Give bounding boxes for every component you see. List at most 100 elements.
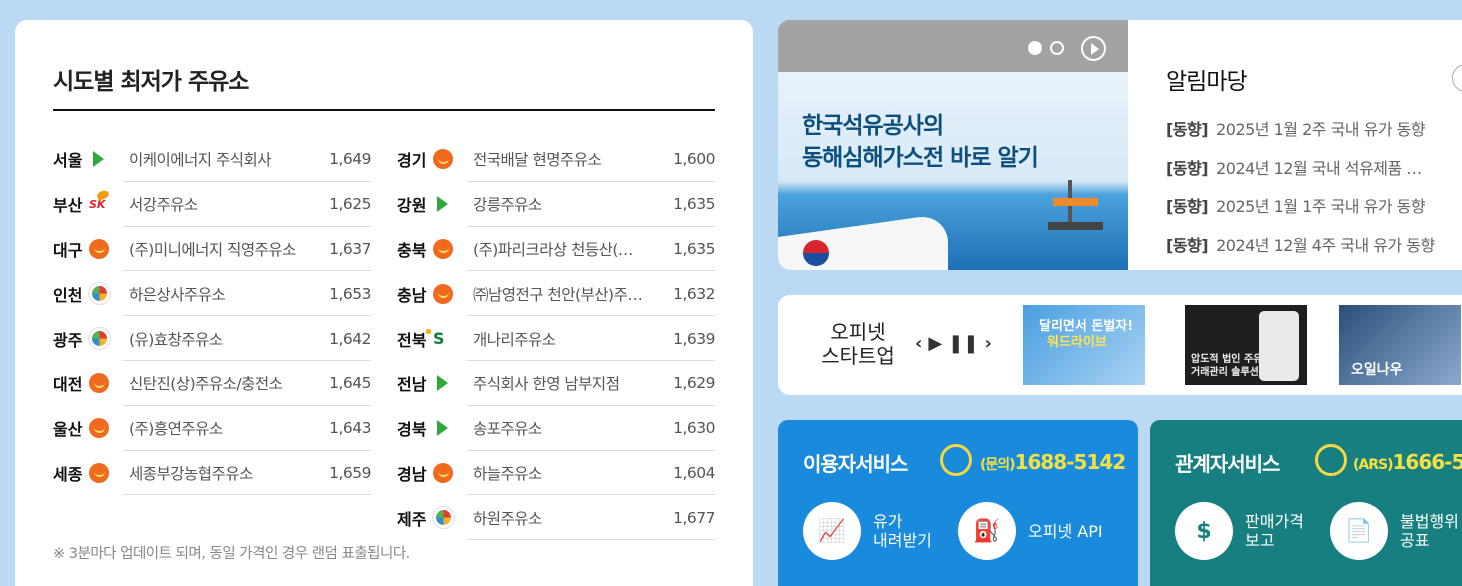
station-price: 1,643 [329,419,371,438]
price-download-button[interactable]: 📈 유가 내려받기 [803,502,932,560]
s-oil-icon [93,151,104,168]
station-row[interactable]: 인천 하은상사주유소 1,653 [53,271,372,316]
gs-caltex-icon [433,283,453,304]
startup-title: 오피넷 스타트업 [813,320,903,368]
startup-thumb-oilnow[interactable]: 오일나우 [1339,305,1461,385]
chevron-left-icon[interactable]: ‹ [915,333,922,354]
region-name: 세종 [53,464,83,484]
station-name[interactable]: 하은상사주유소 [129,283,317,305]
illegal-disclosure-button[interactable]: 📄 불법행위 공표 [1330,502,1459,560]
cheapest-list-right: 경기 전국배달 현명주유소 1,600 강원 강릉주유소 1,635 충북 (주)파리크라상 … [397,137,716,540]
brand-logo [89,462,129,484]
hyundai-oilbank-icon [433,507,454,529]
price-report-button[interactable]: $ 판매가격 보고 [1175,502,1304,560]
region-name: 충남 [397,285,427,305]
banner-text: 한국석유공사의 동해심해가스전 바로 알기 [802,110,1039,174]
station-name[interactable]: (주)파리크라상 천등산(… [473,238,661,260]
station-name[interactable]: 서강주유소 [129,193,317,215]
brand-logo [433,507,473,529]
station-name[interactable]: 송포주유소 [473,417,661,439]
dollar-icon: $ [1175,502,1233,560]
brand-logo [89,148,129,170]
station-row[interactable]: 경북 송포주유소 1,630 [397,406,716,451]
station-row[interactable]: 경기 전국배달 현명주유소 1,600 [397,137,716,182]
station-name[interactable]: 하원주유소 [473,507,661,529]
region-name: 전남 [397,375,427,395]
notice-item[interactable]: [동향] 2025년 1월 2주 국내 유가 동향 [1166,116,1462,155]
station-name[interactable]: 전국배달 현명주유소 [473,148,661,170]
notice-list: [동향] 2025년 1월 2주 국내 유가 동향 [동향] 2024년 12월 국내… [1166,116,1462,270]
station-row[interactable]: 부산 SK 서강주유소 1,625 [53,182,372,227]
station-name[interactable]: ㈜남영전구 천안(부산)주… [473,283,661,305]
cheapest-station-panel: 시도별 최저가 주유소 서울 이케이에너지 주식회사 1,649 부산 SK 서강주유소 1… [15,20,753,586]
play-icon[interactable] [1081,36,1106,61]
startup-thumb-fleet[interactable]: 압도적 법인 주유비 거래관리 솔루션 [1185,305,1307,385]
station-row[interactable]: 충북 (주)파리크라상 천등산(… 1,635 [397,227,716,272]
station-row[interactable]: 광주 (유)효창주유소 1,642 [53,316,372,361]
brand-logo [89,417,129,439]
station-row[interactable]: 충남 ㈜남영전구 천안(부산)주… 1,632 [397,271,716,316]
station-name[interactable]: 이케이에너지 주식회사 [129,148,317,170]
station-name[interactable]: 강릉주유소 [473,193,661,215]
chart-icon: 📈 [803,502,861,560]
region-name: 대전 [53,375,83,395]
opinet-api-button[interactable]: ⛽ 오피넷 API [958,502,1103,560]
price-download-label: 유가 내려받기 [873,512,932,550]
region-name: 경북 [397,420,427,440]
station-name[interactable]: 신탄진(상)주유소/충전소 [129,372,317,394]
station-row[interactable]: 울산 (주)흥연주유소 1,643 [53,406,372,451]
station-name[interactable]: 하늘주유소 [473,462,661,484]
sk-energy-icon: SK [89,197,106,211]
banner-dot-active[interactable] [1028,41,1042,55]
brand-logo [433,238,473,260]
user-service-phone: (문의)1688-5142 [980,450,1126,474]
promo-banner[interactable]: 한국석유공사의 동해심해가스전 바로 알기 [778,20,1128,270]
phone-number: 1666-51 [1392,450,1462,474]
document-icon: 📄 [1330,502,1388,560]
brand-logo: S [424,327,473,350]
brand-logo [433,283,473,305]
user-service-panel: 이용자서비스 (문의)1688-5142 📈 유가 내려받기 ⛽ 오피넷 API [778,420,1138,586]
station-price: 1,630 [673,419,715,438]
station-row[interactable]: 전남 주식회사 한영 남부지점 1,629 [397,361,716,406]
station-row[interactable]: 전북 S 개나리주유소 1,639 [397,316,716,361]
startup-thumb-wedrive[interactable]: 달리면서 돈벌자! 워드라이브 [1023,305,1145,385]
title-divider [53,109,715,111]
pause-icon[interactable]: ❚❚ [948,333,978,354]
banner-dot[interactable] [1050,41,1064,55]
more-icon[interactable] [1452,64,1462,92]
brand-logo [89,238,129,260]
station-name[interactable]: (주)흥연주유소 [129,417,317,439]
region-name: 제주 [397,509,427,529]
phone-image [1259,311,1299,381]
notice-item[interactable]: [동향] 2024년 12월 4주 국내 유가 동향 [1166,232,1462,271]
station-name[interactable]: 세종부강농협주유소 [129,462,317,484]
region-name: 서울 [53,151,83,171]
station-row[interactable]: 강원 강릉주유소 1,635 [397,182,716,227]
chevron-right-icon[interactable]: › [984,333,991,354]
notice-item[interactable]: [동향] 2025년 1월 1주 국내 유가 동향 [1166,193,1462,232]
station-row[interactable]: 제주 하원주유소 1,677 [397,495,716,540]
notice-category: [동향] [1166,197,1209,216]
region-name: 충북 [397,240,427,260]
station-name[interactable]: 주식회사 한영 남부지점 [473,372,661,394]
station-row[interactable]: 경남 하늘주유소 1,604 [397,451,716,496]
region-name: 울산 [53,420,83,440]
startup-panel: 오피넷 스타트업 ‹ ▶ ❚❚ › 달리면서 돈벌자! 워드라이브 압도적 법인… [778,295,1462,395]
station-row[interactable]: 대구 (주)미니에너지 직영주유소 1,637 [53,227,372,272]
station-row[interactable]: 서울 이케이에너지 주식회사 1,649 [53,137,372,182]
notice-item[interactable]: [동향] 2024년 12월 국내 석유제품 … [1166,155,1462,194]
play-icon[interactable]: ▶ [928,333,942,354]
station-price: 1,635 [673,195,715,214]
related-service-title: 관계자서비스 [1175,452,1280,476]
station-name[interactable]: (주)미니에너지 직영주유소 [129,238,317,260]
notice-category: [동향] [1166,158,1209,178]
station-row[interactable]: 세종 세종부강농협주유소 1,659 [53,451,372,496]
station-price: 1,649 [329,150,371,169]
station-price: 1,639 [673,329,715,348]
station-row[interactable]: 대전 신탄진(상)주유소/충전소 1,645 [53,361,372,406]
region-name: 경기 [397,151,427,171]
station-name[interactable]: 개나리주유소 [473,328,661,350]
station-name[interactable]: (유)효창주유소 [129,328,317,350]
s-oil-icon [437,196,448,213]
